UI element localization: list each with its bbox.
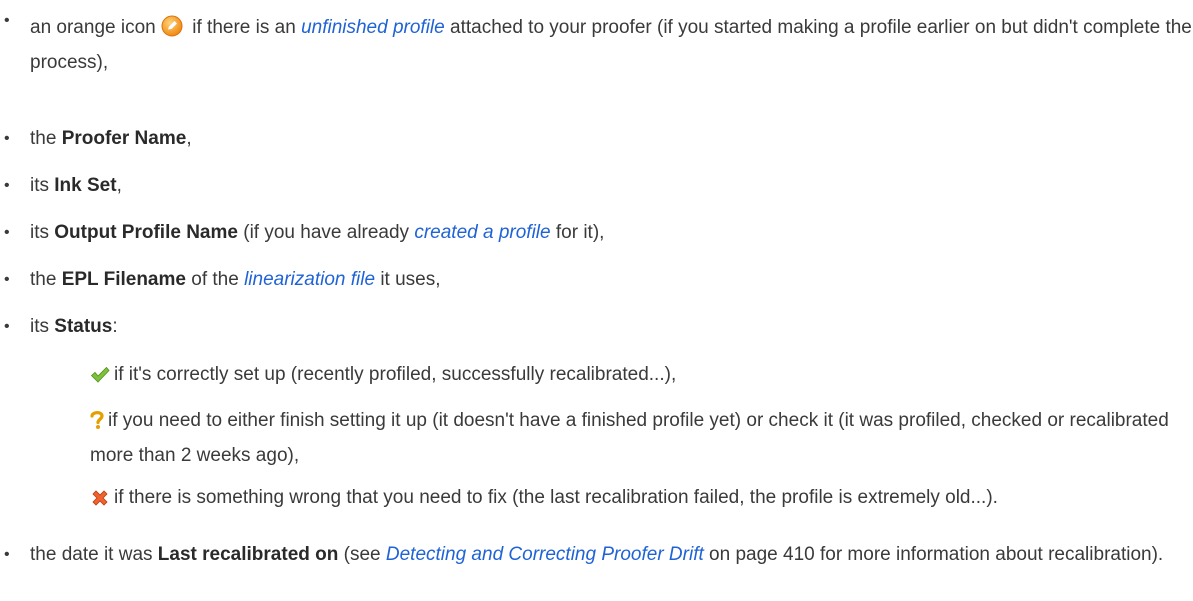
bullet: •: [4, 177, 10, 194]
orange-warning-icon: [161, 15, 183, 47]
green-check-icon: [90, 363, 110, 394]
status-green-item: if it's correctly set up (recently profi…: [0, 359, 1193, 394]
unfinished-profile-link[interactable]: unfinished profile: [301, 17, 445, 38]
bullet: •: [4, 130, 10, 147]
item-text: an orange icon: [30, 17, 161, 38]
item-text: it uses,: [375, 269, 441, 290]
item-text: of the: [185, 269, 245, 290]
ink-set-term: Ink Set: [54, 175, 117, 196]
red-x-icon: [90, 486, 110, 517]
item-text: the: [30, 128, 62, 149]
item-text: its: [30, 175, 55, 196]
status-error-text: if there is something wrong that you nee…: [114, 487, 998, 508]
item-text: the: [30, 269, 62, 290]
item-text: the date it was: [30, 544, 158, 565]
item-text: its: [30, 222, 55, 243]
list-item: • the EPL Filename of the linearization …: [0, 264, 1193, 295]
bullet: •: [4, 224, 10, 241]
list-item: • the date it was Last recalibrated on (…: [0, 539, 1193, 570]
list-item: • its Output Profile Name (if you have a…: [0, 217, 1193, 248]
bullet: •: [4, 12, 10, 29]
list-item: • the Proofer Name,: [0, 123, 1193, 154]
bullet: •: [4, 318, 10, 335]
list-item: • an orange icon if there is an unfinish…: [0, 12, 1193, 78]
item-text: (if you have already: [237, 222, 415, 243]
item-text: ,: [116, 175, 122, 196]
last-recalibrated-term: Last recalibrated on: [157, 544, 339, 565]
epl-filename-term: EPL Filename: [61, 269, 186, 290]
item-text: for it),: [550, 222, 605, 243]
linearization-file-link[interactable]: linearization file: [244, 269, 375, 290]
proofer-name-term: Proofer Name: [61, 128, 187, 149]
proofer-drift-link[interactable]: Detecting and Correcting Proofer Drift: [386, 544, 704, 565]
item-text: :: [112, 316, 118, 337]
bullet: •: [4, 271, 10, 288]
list-item: • its Status:: [0, 311, 1193, 342]
bullet: •: [4, 546, 10, 563]
item-text: if there is an: [187, 17, 302, 38]
item-text: (see: [338, 544, 386, 565]
item-text: on page 410 for more information about r…: [703, 544, 1164, 565]
item-text: its: [30, 316, 55, 337]
status-green-text: if it's correctly set up (recently profi…: [114, 364, 677, 385]
question-mark-icon: [90, 409, 104, 440]
status-term: Status: [54, 316, 113, 337]
status-error-item: if there is something wrong that you nee…: [0, 482, 1193, 517]
status-warning-text: if you need to either finish setting it …: [90, 410, 1169, 466]
item-text: ,: [186, 128, 192, 149]
created-a-profile-link[interactable]: created a profile: [414, 222, 550, 243]
status-warning-item: if you need to either finish setting it …: [0, 405, 1193, 471]
output-profile-name-term: Output Profile Name: [54, 222, 238, 243]
list-item: • its Ink Set,: [0, 170, 1193, 201]
